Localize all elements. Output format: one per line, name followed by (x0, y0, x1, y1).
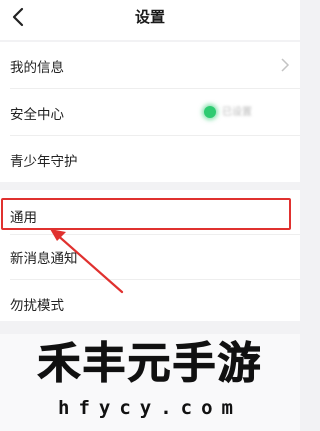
watermark-url: hfycy.com (58, 397, 242, 419)
settings-item-label: 我的信息 (10, 60, 64, 76)
settings-item-new-message-notification[interactable]: 新消息通知 (0, 235, 300, 281)
settings-item-my-info[interactable]: 我的信息 (0, 42, 300, 88)
settings-item-youth-guard[interactable]: 青少年守护 (0, 136, 300, 182)
settings-group-account: 我的信息 安全中心 已设置 青少年守护 (0, 42, 300, 182)
chevron-right-icon (281, 58, 290, 72)
status-text: 已设置 (222, 107, 252, 118)
settings-item-do-not-disturb[interactable]: 勿扰模式 (0, 280, 300, 326)
page-title: 设置 (134, 8, 165, 26)
status-indicator-icon (204, 106, 216, 118)
settings-item-label: 安全中心 (10, 107, 64, 123)
watermark: 禾丰元手游 hfycy.com (0, 334, 300, 431)
watermark-logo-text: 禾丰元手游 (37, 339, 263, 390)
settings-item-label: 新消息通知 (10, 251, 78, 267)
settings-item-label: 青少年守护 (10, 154, 78, 170)
highlight-box (1, 198, 291, 230)
navigation-bar: 设置 (0, 0, 300, 40)
settings-item-security-center[interactable]: 安全中心 已设置 (0, 89, 300, 135)
settings-item-label: 勿扰模式 (10, 298, 64, 314)
